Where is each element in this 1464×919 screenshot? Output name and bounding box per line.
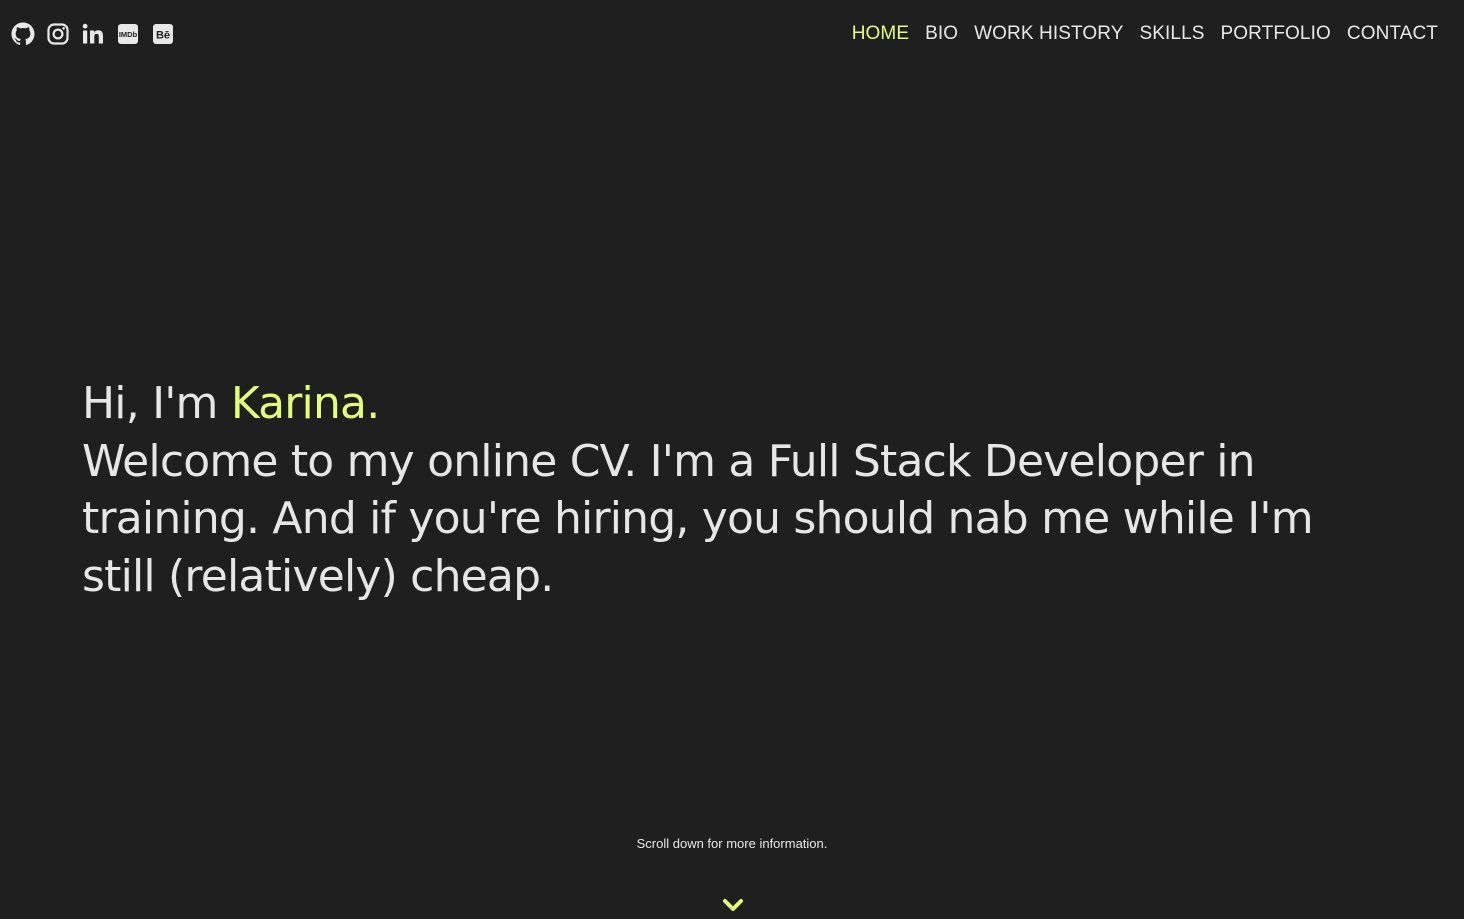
nav-portfolio[interactable]: PORTFOLIO: [1221, 22, 1331, 46]
chevron-down-icon[interactable]: [722, 898, 744, 914]
main-nav: HOME BIO WORK HISTORY SKILLS PORTFOLIO C…: [852, 22, 1438, 46]
scroll-hint: Scroll down for more information.: [636, 836, 828, 851]
svg-text:Bē: Bē: [156, 30, 170, 42]
nav-work-history[interactable]: WORK HISTORY: [974, 22, 1123, 46]
instagram-icon[interactable]: [46, 22, 70, 46]
behance-icon[interactable]: Bē: [151, 22, 175, 46]
nav-skills[interactable]: SKILLS: [1139, 22, 1204, 46]
nav-contact[interactable]: CONTACT: [1347, 22, 1438, 46]
hero-greeting-line: Hi, I'm Karina.: [82, 375, 1382, 433]
github-icon[interactable]: [11, 22, 35, 46]
hero-greeting: Hi, I'm: [82, 378, 231, 429]
imdb-icon[interactable]: IMDb: [116, 22, 140, 46]
social-links: IMDb Bē: [11, 22, 186, 46]
linkedin-icon[interactable]: [81, 22, 105, 46]
hero-text: Hi, I'm Karina. Welcome to my online CV.…: [82, 375, 1382, 605]
svg-text:IMDb: IMDb: [119, 30, 138, 39]
nav-home[interactable]: HOME: [852, 22, 909, 46]
page: IMDb Bē HOME BIO WORK HISTORY SKILLS POR…: [0, 0, 1464, 919]
hero-intro: Welcome to my online CV. I'm a Full Stac…: [82, 435, 1314, 602]
nav-bio[interactable]: BIO: [925, 22, 958, 46]
hero-name: Karina.: [230, 378, 380, 429]
